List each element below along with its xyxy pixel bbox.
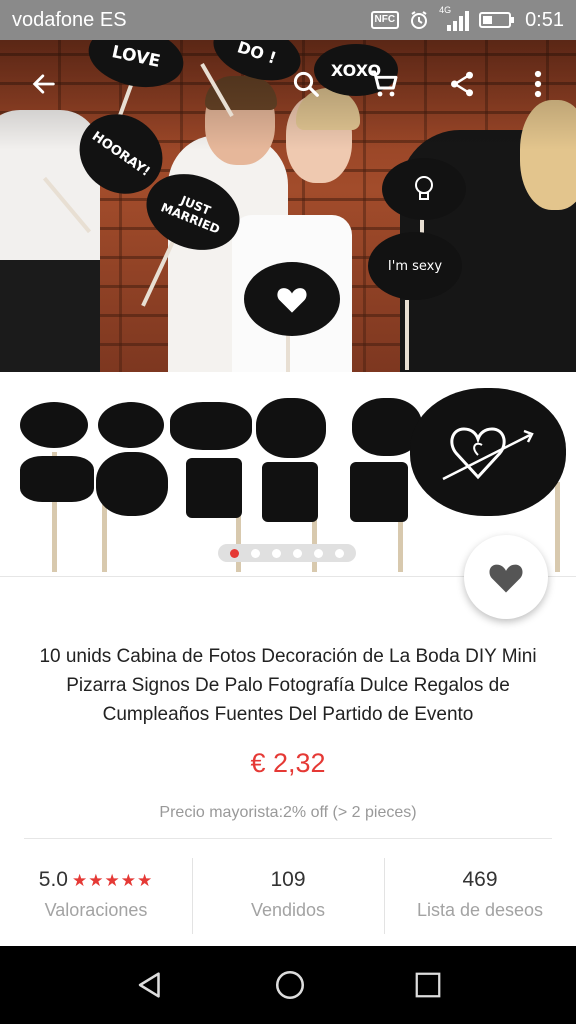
more-vertical-icon [534, 70, 542, 98]
signal-icon: 4G [439, 5, 470, 31]
clock: 0:51 [525, 8, 564, 31]
prop-speech-bubble [98, 402, 164, 448]
home-circle-icon[interactable] [273, 968, 307, 1002]
wholesale-price-note: Precio mayorista:2% off (> 2 pieces) [159, 804, 417, 821]
prop-square-bubble [186, 458, 242, 518]
prop-heart [244, 262, 340, 336]
guest-left-pants [0, 260, 100, 372]
battery-icon [479, 12, 515, 28]
wishlist-value: 469 [462, 868, 498, 891]
sold-label: Vendidos [250, 900, 326, 920]
nfc-icon: NFC [370, 11, 400, 29]
product-title: 10 unids Cabina de Fotos Decoración de L… [39, 646, 537, 725]
more-button[interactable] [516, 62, 560, 106]
prop-love-text: LOVE [109, 42, 163, 72]
prop-heart-cloud [410, 388, 566, 516]
back-triangle-icon[interactable] [133, 968, 167, 1002]
prop-lightbulb [382, 158, 466, 220]
pager-dot[interactable] [314, 548, 323, 558]
wishlist-button[interactable] [464, 535, 548, 619]
status-bar: vodafone ES NFC 4G 0:51 [0, 0, 576, 40]
wishlist-stat: 469 Lista de deseos [384, 856, 576, 938]
search-icon [293, 71, 319, 97]
heart-icon [277, 288, 307, 313]
lightbulb-icon [415, 176, 433, 200]
pager-dot[interactable] [335, 548, 344, 558]
divider [24, 838, 552, 839]
pager-dot[interactable] [293, 548, 302, 558]
rating-stars-icon: ★★★★★ [72, 871, 154, 890]
rating-label: Valoraciones [44, 900, 148, 920]
pager-dot-active[interactable] [230, 548, 239, 558]
product-stats: 5.0 ★★★★★ Valoraciones 109 Vendidos 469 L… [0, 856, 576, 938]
product-photo[interactable]: LOVE DO ! XOXO HOORAY! JUST MARRIED I'm … [0, 40, 576, 372]
prop-square-bubble [350, 462, 408, 522]
share-button[interactable] [440, 62, 484, 106]
wishlist-label: Lista de deseos [416, 900, 544, 920]
prop-frame [20, 456, 94, 502]
back-button[interactable] [22, 62, 66, 106]
search-button[interactable] [284, 62, 328, 106]
alarm-icon [411, 11, 428, 29]
prop-cloud [96, 452, 168, 516]
recents-square-icon[interactable] [413, 970, 443, 1000]
prop-do-text: DO ! [235, 40, 279, 68]
rating-value: 5.0 [38, 868, 68, 891]
prop-cloud [170, 402, 252, 450]
prop-im-sexy: I'm sexy [368, 232, 462, 300]
share-icon [451, 71, 473, 97]
carrier-name: vodafone ES [12, 8, 127, 31]
cart-icon [370, 70, 398, 97]
prop-square-bubble [262, 462, 318, 522]
prop-hooray-text: HOORAY! [89, 128, 153, 180]
heart-icon [489, 564, 523, 593]
product-price: € 2,32 [250, 748, 326, 778]
prop-just-married-text: JUST MARRIED [158, 193, 222, 237]
prop-speech-bubble [20, 402, 88, 448]
prop-cloud [256, 398, 326, 458]
pager-dot[interactable] [272, 548, 281, 558]
prop-im-sexy-text: I'm sexy [387, 258, 443, 274]
arrow-left-icon [32, 74, 55, 94]
heart-arrow-icon [442, 427, 534, 481]
status-icons: NFC 4G 0:51 [370, 5, 564, 32]
cart-button[interactable] [362, 62, 406, 106]
pager-dot[interactable] [251, 548, 260, 558]
sold-stat: 109 Vendidos [192, 856, 384, 938]
sold-value: 109 [270, 868, 306, 891]
system-nav-bar [0, 946, 576, 1024]
rating-stat[interactable]: 5.0 ★★★★★ Valoraciones [0, 856, 192, 938]
gallery-pager[interactable] [218, 544, 356, 562]
